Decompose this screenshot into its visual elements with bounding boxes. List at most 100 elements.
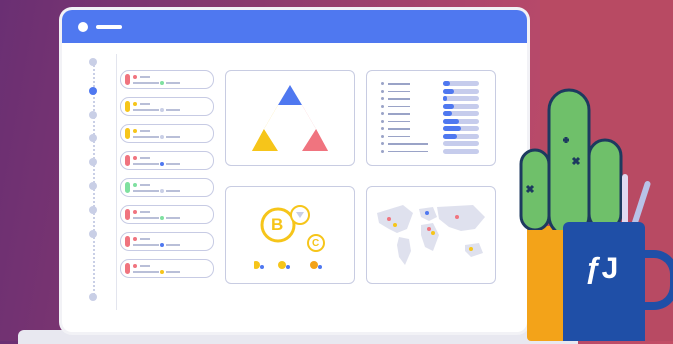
row-label (388, 90, 410, 92)
world-map-icon (377, 205, 485, 265)
status-dot (133, 210, 137, 214)
status-marker (125, 155, 130, 166)
item-line (133, 271, 159, 273)
item-line (133, 82, 159, 84)
bar-list-card[interactable] (366, 70, 496, 166)
item-line (166, 190, 180, 192)
sidebar-item[interactable] (120, 205, 214, 224)
row-label (388, 98, 410, 100)
row-dot (381, 142, 384, 145)
row-bar-fill (443, 103, 454, 109)
row-bar-fill (443, 118, 460, 124)
sidebar-item[interactable] (120, 70, 214, 89)
timeline-rail (93, 60, 95, 295)
row-label (388, 135, 410, 137)
coins-card[interactable]: B C (225, 186, 355, 284)
item-line (166, 244, 180, 246)
timeline-dot (89, 134, 97, 142)
sidebar-item[interactable] (120, 259, 214, 278)
sidebar-item[interactable] (120, 151, 214, 170)
tag-dot (160, 189, 164, 193)
tag-dot (160, 216, 164, 220)
status-marker (125, 101, 130, 112)
timeline-dot (89, 293, 97, 301)
row-dot (381, 104, 384, 108)
sidebar-divider (116, 54, 117, 310)
status-marker (125, 74, 130, 85)
item-line (140, 184, 150, 186)
item-line (140, 265, 150, 267)
item-line (133, 109, 159, 111)
sidebar-item[interactable] (120, 124, 214, 143)
timeline-dot (89, 206, 97, 214)
timeline-dot (89, 111, 97, 119)
row-dot (381, 112, 384, 115)
row-label (388, 83, 410, 85)
item-line (166, 109, 180, 111)
row-bar-fill (443, 88, 454, 94)
tag-dot (160, 270, 164, 274)
tag-dot (160, 135, 164, 139)
item-line (140, 103, 150, 105)
status-marker (125, 236, 130, 247)
mug: ƒJ (563, 222, 645, 341)
sidebar-item[interactable] (120, 232, 214, 251)
status-dot (133, 183, 137, 187)
status-dot (133, 237, 137, 241)
coin-b-label: B (271, 215, 284, 234)
world-map-card[interactable] (366, 186, 496, 284)
laptop-base (18, 330, 578, 344)
row-dot (381, 82, 384, 85)
row-dot (381, 127, 384, 130)
tag-dot (160, 243, 164, 247)
item-line (133, 217, 159, 219)
tag-dot (160, 81, 164, 85)
item-line (166, 163, 180, 165)
coin-graphic (254, 205, 325, 269)
coin-c-label: C (312, 238, 320, 249)
item-line (166, 136, 180, 138)
sidebar-item[interactable] (120, 178, 214, 197)
row-bar-fill (443, 81, 451, 86)
status-dot (133, 156, 137, 160)
timeline-dot (89, 230, 97, 238)
timeline-dot (89, 58, 97, 66)
timeline-dot (89, 87, 97, 95)
item-line (166, 82, 180, 84)
item-line (133, 190, 159, 192)
item-line (166, 217, 180, 219)
laptop-screen: B C (62, 10, 527, 332)
status-marker (125, 209, 130, 220)
window-title-line (96, 25, 122, 29)
item-line (133, 163, 159, 165)
status-marker (125, 263, 130, 274)
row-bar-track (443, 148, 479, 154)
row-label (388, 150, 428, 152)
pens-icon (622, 174, 651, 228)
item-line (140, 76, 150, 78)
row-bar-fill (443, 96, 447, 101)
triangle-card[interactable] (225, 70, 355, 166)
row-dot (381, 149, 384, 153)
status-dot (133, 129, 137, 133)
row-bar-fill (443, 133, 458, 139)
status-marker (125, 128, 130, 139)
row-bar-fill (443, 126, 461, 131)
mug-logo: ƒJ (585, 252, 619, 285)
item-line (140, 238, 150, 240)
row-label (388, 128, 410, 130)
sidebar-item[interactable] (120, 97, 214, 116)
triangle-logo-icon (252, 85, 328, 151)
status-marker (125, 182, 130, 193)
row-dot (381, 134, 384, 138)
status-dot (133, 102, 137, 106)
status-dot (133, 264, 137, 268)
row-label (388, 105, 410, 107)
tag-dot (160, 162, 164, 166)
row-dot (381, 119, 384, 123)
item-line (140, 211, 150, 213)
row-dot (381, 97, 384, 100)
row-label (388, 120, 410, 122)
item-line (166, 271, 180, 273)
item-line (133, 136, 159, 138)
